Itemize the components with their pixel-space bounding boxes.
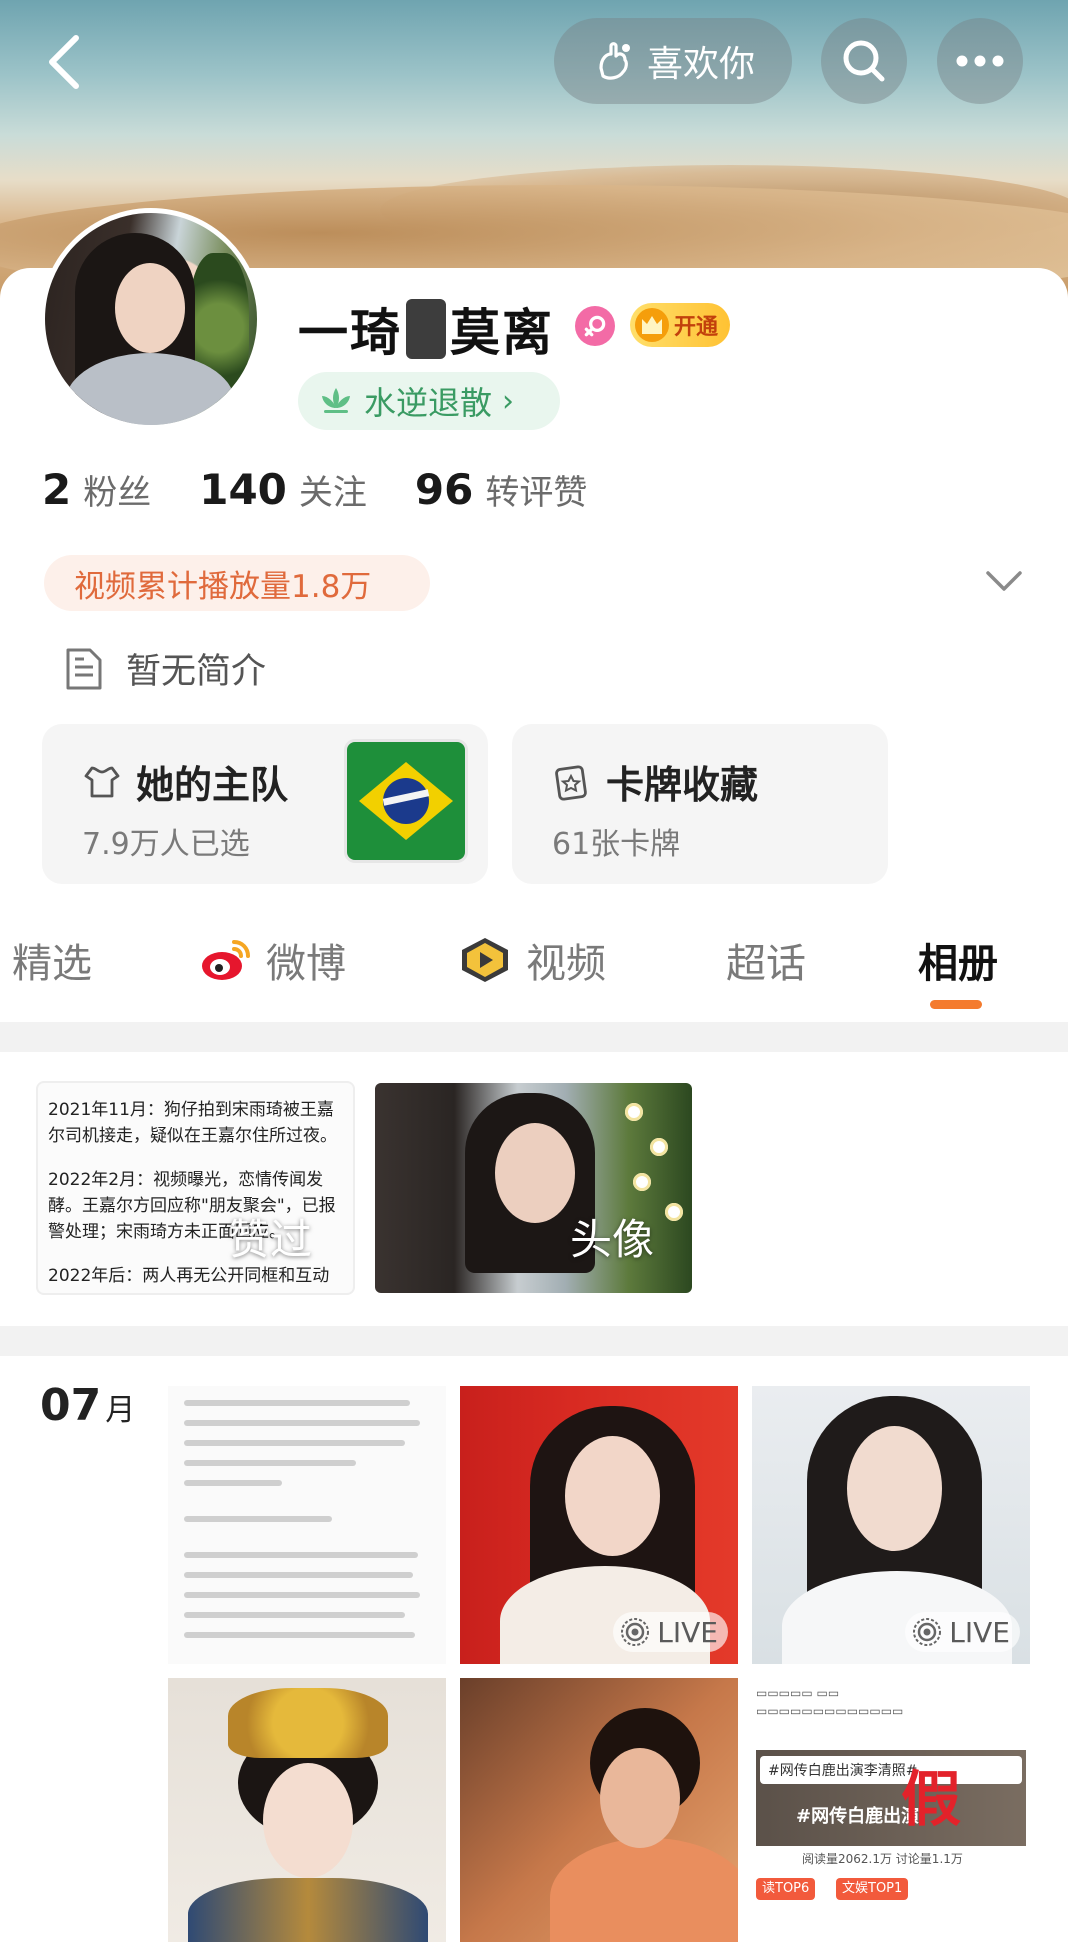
card-star-icon: [555, 764, 587, 801]
username-part-2: 琦: [350, 304, 402, 362]
video-plays-badge[interactable]: 视频累计播放量1.8万: [44, 555, 430, 611]
live-photo-icon: [913, 1618, 942, 1646]
photo-thumbnail[interactable]: [168, 1386, 446, 1664]
tab-supertopic-label: 超话: [726, 941, 806, 987]
home-team-card[interactable]: 她的主队 7.9万人已选: [42, 724, 488, 884]
post-hashtag: #网传白鹿出演李清照#: [760, 1756, 1022, 1784]
photo-thumbnail[interactable]: LIVE: [460, 1386, 738, 1664]
live-photo-badge: LIVE: [905, 1612, 1020, 1652]
interactions-label: 转评赞: [485, 473, 588, 513]
photo-thumbnail[interactable]: LIVE: [752, 1386, 1030, 1664]
rank-chip: 文娱TOP1: [836, 1878, 909, 1900]
chevron-down-icon[interactable]: [985, 568, 1023, 594]
following-count: 140: [199, 465, 287, 514]
home-team-title: 她的主队: [136, 763, 289, 807]
video-icon: [462, 938, 508, 982]
photo-thumbnail[interactable]: ▭▭▭▭▭ ▭▭ ▭▭▭▭▭▭▭▭▭▭▭▭▭ #网传白鹿出演李清照# #网传白鹿出…: [752, 1678, 1030, 1942]
search-button[interactable]: [821, 18, 907, 104]
vip-open-label: 开通: [674, 315, 719, 340]
avatar-album-label: 头像: [570, 1215, 655, 1264]
post-header-lines: ▭▭▭▭▭ ▭▭ ▭▭▭▭▭▭▭▭▭▭▭▭▭: [756, 1686, 904, 1718]
fake-stamp: 假: [901, 1765, 961, 1835]
vip-open-badge[interactable]: 开通: [630, 303, 730, 347]
live-label: LIVE: [657, 1615, 718, 1649]
card-collection-title: 卡牌收藏: [606, 763, 759, 807]
jersey-icon: [84, 766, 120, 797]
post-stats: 阅读量2062.1万 讨论量1.1万: [802, 1852, 963, 1866]
more-button[interactable]: [937, 18, 1023, 104]
section-divider: [0, 1022, 1068, 1052]
bio-text: 暂无简介: [126, 652, 267, 692]
month-heading: 07 月: [40, 1380, 135, 1431]
live-photo-badge: LIVE: [613, 1612, 728, 1652]
followers-count: 2: [42, 465, 72, 514]
section-divider: [0, 1326, 1068, 1356]
tab-featured[interactable]: 精选: [12, 931, 92, 989]
liked-album-label: 赞过: [228, 1215, 313, 1264]
rank-chip: 读TOP6: [756, 1878, 816, 1900]
bio-row[interactable]: 暂无简介: [64, 643, 266, 694]
following-label: 关注: [298, 473, 367, 513]
tab-weibo-label: 微博: [266, 941, 346, 987]
card-collection-count: 61张卡牌: [552, 827, 681, 862]
card-collection-card[interactable]: 卡牌收藏 61张卡牌: [512, 724, 888, 884]
search-icon: [843, 40, 885, 82]
tab-album[interactable]: 相册: [918, 931, 998, 989]
active-tab-indicator: [930, 1000, 982, 1009]
profile-stats: 2 粉丝 140 关注 96 转评赞: [42, 465, 587, 514]
album-text-line-1: 2021年11月：狗仔拍到宋雨琦被王嘉尔司机接走，疑似在王嘉尔住所过夜。: [48, 1100, 337, 1146]
level-label: 水逆退散: [364, 384, 493, 422]
following-stat[interactable]: 140 关注: [199, 465, 367, 514]
followers-stat[interactable]: 2 粉丝: [42, 465, 151, 514]
brazil-flag-icon: [347, 742, 465, 860]
profile-tabs: 精选 微博 视频 超话 相册: [0, 925, 1068, 1025]
tab-featured-label: 精选: [12, 941, 92, 987]
interactions-stat[interactable]: 96 转评赞: [415, 465, 587, 514]
avatar[interactable]: [40, 208, 262, 430]
home-team-count: 7.9万人已选: [82, 827, 250, 862]
photo-thumbnail[interactable]: [168, 1678, 446, 1942]
weibo-icon: [202, 940, 250, 980]
tab-weibo[interactable]: 微博: [198, 931, 346, 989]
tab-video-label: 视频: [526, 941, 606, 987]
month-number: 07: [40, 1380, 102, 1431]
chevron-right-icon: ›: [502, 383, 515, 419]
photo-thumbnail[interactable]: [460, 1678, 738, 1942]
live-photo-icon: [621, 1618, 650, 1646]
level-badge-button[interactable]: 水逆退散 ›: [298, 372, 560, 430]
tab-supertopic[interactable]: 超话: [726, 931, 806, 989]
like-you-button[interactable]: 喜欢你: [554, 18, 792, 104]
document-icon: [66, 648, 102, 689]
interactions-count: 96: [414, 465, 474, 514]
post-banner: #网传白鹿出演李清照# #网传白鹿出演 假: [756, 1750, 1026, 1846]
username-part-3: 莫离: [450, 304, 554, 362]
back-arrow-icon: [49, 35, 79, 89]
username-part-1: 一: [298, 304, 350, 362]
followers-label: 粉丝: [83, 473, 152, 513]
hand-heart-icon: [599, 42, 630, 80]
month-unit: 月: [105, 1393, 136, 1428]
avatar-album[interactable]: 头像: [375, 1083, 692, 1293]
crown-icon: [635, 308, 669, 342]
female-gender-icon: [575, 306, 615, 346]
back-button[interactable]: [34, 28, 94, 96]
lotus-icon: [322, 388, 350, 413]
tab-video[interactable]: 视频: [458, 931, 606, 989]
username: 一 琦 莫离: [298, 293, 554, 365]
more-dots-icon: [956, 55, 1004, 67]
liked-album[interactable]: 2021年11月：狗仔拍到宋雨琦被王嘉尔司机接走，疑似在王嘉尔住所过夜。 202…: [38, 1083, 353, 1293]
tab-album-label: 相册: [918, 941, 998, 987]
redaction-mark: [406, 299, 446, 359]
like-you-label: 喜欢你: [646, 44, 755, 85]
live-label: LIVE: [949, 1615, 1010, 1649]
